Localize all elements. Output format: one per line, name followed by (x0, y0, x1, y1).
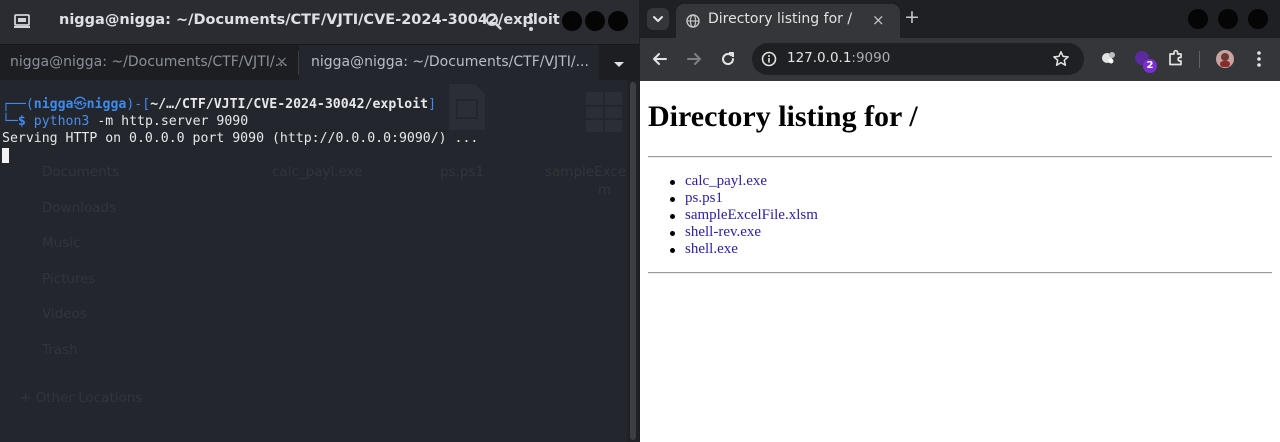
chevron-down-icon[interactable] (612, 57, 626, 71)
prompt-host: nigga (86, 97, 127, 112)
tab-search-button[interactable] (647, 8, 669, 30)
minimize-button[interactable] (1188, 9, 1208, 29)
new-tab-button[interactable]: + (904, 6, 920, 28)
url-text[interactable]: 127.0.0.1:9090 (787, 50, 890, 66)
command-args: -m http.server 9090 (89, 114, 249, 129)
close-button[interactable] (608, 11, 628, 31)
list-item: sampleExcelFile.xlsm (670, 207, 818, 224)
site-info-icon[interactable] (761, 51, 777, 67)
ghost-file-label: calc_payl.exe (272, 164, 363, 180)
spreadsheet-ghost-icon (586, 92, 622, 132)
file-ghost-icon (449, 84, 485, 130)
list-item: shell-rev.exe (670, 224, 818, 241)
bookmark-star-icon[interactable] (1052, 50, 1070, 68)
terminal-tab-bar: nigga@nigga: ~/Documents/CTF/VJTI/... × … (0, 44, 639, 81)
ghost-sidebar-item: + Other Locations (20, 390, 143, 406)
back-arrow-icon[interactable] (651, 50, 669, 68)
extension-badge: 2 (1143, 59, 1157, 73)
search-icon[interactable] (484, 12, 504, 32)
toolbar-divider (1199, 51, 1200, 68)
prompt-cwd: ~/…/CTF/VJTI/CVE-2024-30042/exploit (150, 97, 429, 112)
file-link[interactable]: shell-rev.exe (685, 224, 761, 240)
address-bar[interactable]: 127.0.0.1:9090 (752, 43, 1084, 75)
horizontal-rule (648, 156, 1272, 158)
ghost-file-label: sampleExcelFi (545, 164, 639, 180)
chevron-down-icon (653, 16, 663, 22)
page-title: Directory listing for / (648, 100, 918, 133)
minimize-button[interactable] (562, 11, 582, 31)
kebab-menu-icon[interactable] (1252, 49, 1266, 69)
extension-icon[interactable] (1100, 49, 1118, 67)
file-link[interactable]: shell.exe (685, 241, 738, 257)
url-host: 127.0.0.1 (787, 50, 852, 66)
terminal-body[interactable]: calc_payl.exe ps.ps1 sampleExcelFi m Doc… (0, 80, 639, 442)
list-item: calc_payl.exe (670, 173, 818, 190)
prompt-mid: )-[ (126, 97, 151, 112)
command-line: └─$ python3 -m http.server 9090 (2, 113, 248, 130)
terminal-window[interactable]: nigga@nigga: ~/Documents/CTF/VJTI/CVE-20… (0, 0, 639, 442)
url-port: :9090 (851, 50, 891, 66)
prompt-corner2: └─ (2, 114, 18, 129)
scrollbar-thumb[interactable] (630, 82, 636, 440)
terminal-cursor (2, 148, 9, 163)
maximize-button[interactable] (1218, 9, 1238, 29)
terminal-tab-label: nigga@nigga: ~/Documents/CTF/VJTI/... (10, 54, 288, 70)
terminal-scrollbar[interactable] (627, 80, 639, 442)
close-button[interactable] (1248, 9, 1268, 29)
terminal-tab-1[interactable]: nigga@nigga: ~/Documents/CTF/VJTI/... × (0, 45, 298, 81)
terminal-app-icon (14, 14, 30, 28)
page-content: Directory listing for / calc_payl.exe ps… (640, 81, 1280, 442)
prompt-user: nigga (33, 97, 74, 112)
file-link[interactable]: sampleExcelFile.xlsm (685, 207, 818, 223)
browser-tab-strip: Directory listing for / × + (640, 0, 1280, 38)
prompt-at: ㉿ (73, 97, 87, 112)
terminal-tab-label: nigga@nigga: ~/Documents/CTF/VJTI/... (311, 54, 589, 70)
file-link[interactable]: ps.ps1 (685, 190, 723, 206)
server-output-line: Serving HTTP on 0.0.0.0 port 9090 (http:… (2, 131, 479, 146)
ghost-sidebar-item: Documents (42, 164, 119, 180)
prompt-line: ┌──(nigga㉿nigga)-[~/…/CTF/VJTI/CVE-2024-… (2, 96, 436, 113)
reload-icon[interactable] (719, 50, 737, 68)
ghost-sidebar-item: Downloads (42, 200, 117, 216)
terminal-titlebar[interactable]: nigga@nigga: ~/Documents/CTF/VJTI/CVE-20… (0, 0, 639, 44)
profile-avatar[interactable] (1215, 49, 1235, 69)
tab-title: Directory listing for / (708, 11, 853, 27)
prompt-corner: ┌──( (2, 97, 34, 112)
ghost-sidebar-item: Music (42, 235, 81, 251)
ghost-file-label: ps.ps1 (440, 164, 485, 180)
tab-close-icon[interactable]: × (276, 54, 288, 70)
command-name: python3 (33, 114, 90, 129)
list-item: ps.ps1 (670, 190, 818, 207)
prompt-dollar: $ (17, 114, 26, 129)
maximize-button[interactable] (585, 11, 605, 31)
terminal-tab-2[interactable]: nigga@nigga: ~/Documents/CTF/VJTI/... × (299, 45, 599, 81)
kebab-menu-icon[interactable] (522, 11, 540, 33)
ghost-sidebar-item: Pictures (42, 271, 96, 287)
browser-window[interactable]: Directory listing for / × + 127.0.0.1:90… (640, 0, 1280, 442)
forward-arrow-icon[interactable] (685, 50, 703, 68)
browser-toolbar: 127.0.0.1:9090 (640, 38, 1280, 81)
ghost-file-label: m (598, 182, 612, 198)
file-link[interactable]: calc_payl.exe (685, 173, 767, 189)
ghost-sidebar-item: Trash (42, 342, 78, 358)
horizontal-rule (648, 272, 1272, 274)
ghost-sidebar-item: Videos (42, 306, 87, 322)
puzzle-extensions-icon[interactable] (1167, 49, 1185, 67)
browser-tab[interactable]: Directory listing for / × (676, 4, 900, 38)
file-list: calc_payl.exe ps.ps1 sampleExcelFile.xls… (670, 173, 818, 258)
list-item: shell.exe (670, 241, 818, 258)
prompt-end: ] (428, 97, 437, 112)
tab-close-icon[interactable]: × (872, 11, 885, 29)
globe-icon (686, 14, 700, 28)
